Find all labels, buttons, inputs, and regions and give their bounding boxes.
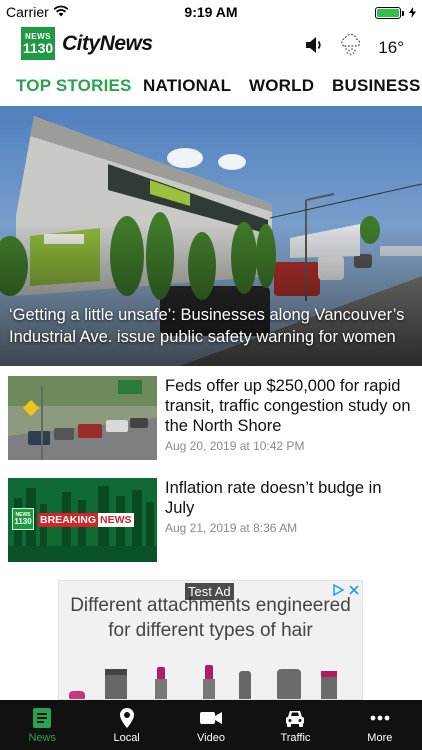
news-icon (32, 706, 52, 730)
citynews-logo: CityNews (62, 32, 153, 55)
temperature-label: 16° (378, 37, 404, 57)
nav-local[interactable]: Local (84, 700, 168, 750)
ad-close-icon[interactable] (348, 583, 360, 601)
ad-headline-line2: for different types of hair (108, 620, 313, 641)
story-headline: Feds offer up $250,000 for rapid transit… (165, 377, 411, 435)
tab-national[interactable]: NATIONAL (143, 76, 231, 96)
status-right (375, 5, 416, 21)
nav-more-label: More (367, 732, 393, 744)
news1130-logo: NEWS 1130 (21, 27, 55, 60)
ad-product-image (69, 665, 337, 699)
tab-top-stories[interactable]: TOP STORIES (16, 76, 132, 96)
hero-story[interactable]: ‘Getting a little unsafe’: Businesses al… (0, 106, 422, 366)
ad-choices[interactable] (332, 583, 360, 601)
story-thumbnail-traffic (8, 376, 157, 460)
story-text: Inflation rate doesn’t budge in July Aug… (165, 478, 414, 535)
status-bar: Carrier 9:19 AM (0, 0, 422, 24)
list-item[interactable]: Feds offer up $250,000 for rapid transit… (8, 376, 414, 462)
breaking-news-banner: BREAKING NEWS (38, 513, 134, 527)
thumb-logo-line2: 1130 (14, 516, 32, 526)
logo-news-line2: 1130 (22, 39, 54, 56)
app-header: NEWS 1130 CityNews 16° (0, 24, 422, 64)
tab-business[interactable]: BUSINESS (332, 76, 421, 96)
nav-local-label: Local (113, 732, 140, 744)
section-tabs: TOP STORIES NATIONAL WORLD BUSINESS (0, 70, 422, 106)
nav-traffic-label: Traffic (280, 732, 311, 744)
banner-breaking: BREAKING (38, 513, 99, 527)
nav-video[interactable]: Video (169, 700, 253, 750)
test-ad-banner[interactable]: Different attachments engineered for dif… (58, 580, 363, 700)
story-thumbnail-breaking-news: NEWS 1130 BREAKING NEWS (8, 478, 157, 562)
story-date: Aug 21, 2019 at 8:36 AM (165, 521, 298, 535)
cloud-rain-icon[interactable] (338, 32, 364, 63)
thumb-news1130-logo: NEWS 1130 (12, 508, 34, 530)
story-headline: Inflation rate doesn’t budge in July (165, 479, 382, 517)
charging-icon (409, 5, 416, 21)
nav-more[interactable]: More (338, 700, 422, 750)
battery-icon (375, 7, 404, 19)
bottom-nav: News Local Video Traffic More (0, 700, 422, 750)
test-ad-label: Test Ad (185, 583, 234, 600)
story-text: Feds offer up $250,000 for rapid transit… (165, 376, 414, 453)
video-camera-icon (199, 706, 223, 730)
tab-world[interactable]: WORLD (249, 76, 314, 96)
car-icon (284, 706, 306, 730)
header-actions: 16° (304, 32, 404, 63)
ad-choices-icon[interactable] (332, 583, 345, 601)
banner-news: NEWS (98, 513, 134, 527)
nav-news[interactable]: News (0, 700, 84, 750)
hero-headline: ‘Getting a little unsafe’: Businesses al… (9, 306, 405, 346)
list-item[interactable]: NEWS 1130 BREAKING NEWS Inflation rate d… (8, 478, 414, 564)
more-dots-icon (370, 706, 390, 730)
ad-headline: Different attachments engineered for dif… (59, 593, 362, 643)
nav-video-label: Video (197, 732, 225, 744)
location-pin-icon (119, 706, 135, 730)
speaker-icon[interactable] (304, 35, 324, 60)
story-date: Aug 20, 2019 at 10:42 PM (165, 439, 305, 453)
nav-news-label: News (28, 732, 56, 744)
nav-traffic[interactable]: Traffic (253, 700, 337, 750)
status-time: 9:19 AM (184, 4, 238, 20)
